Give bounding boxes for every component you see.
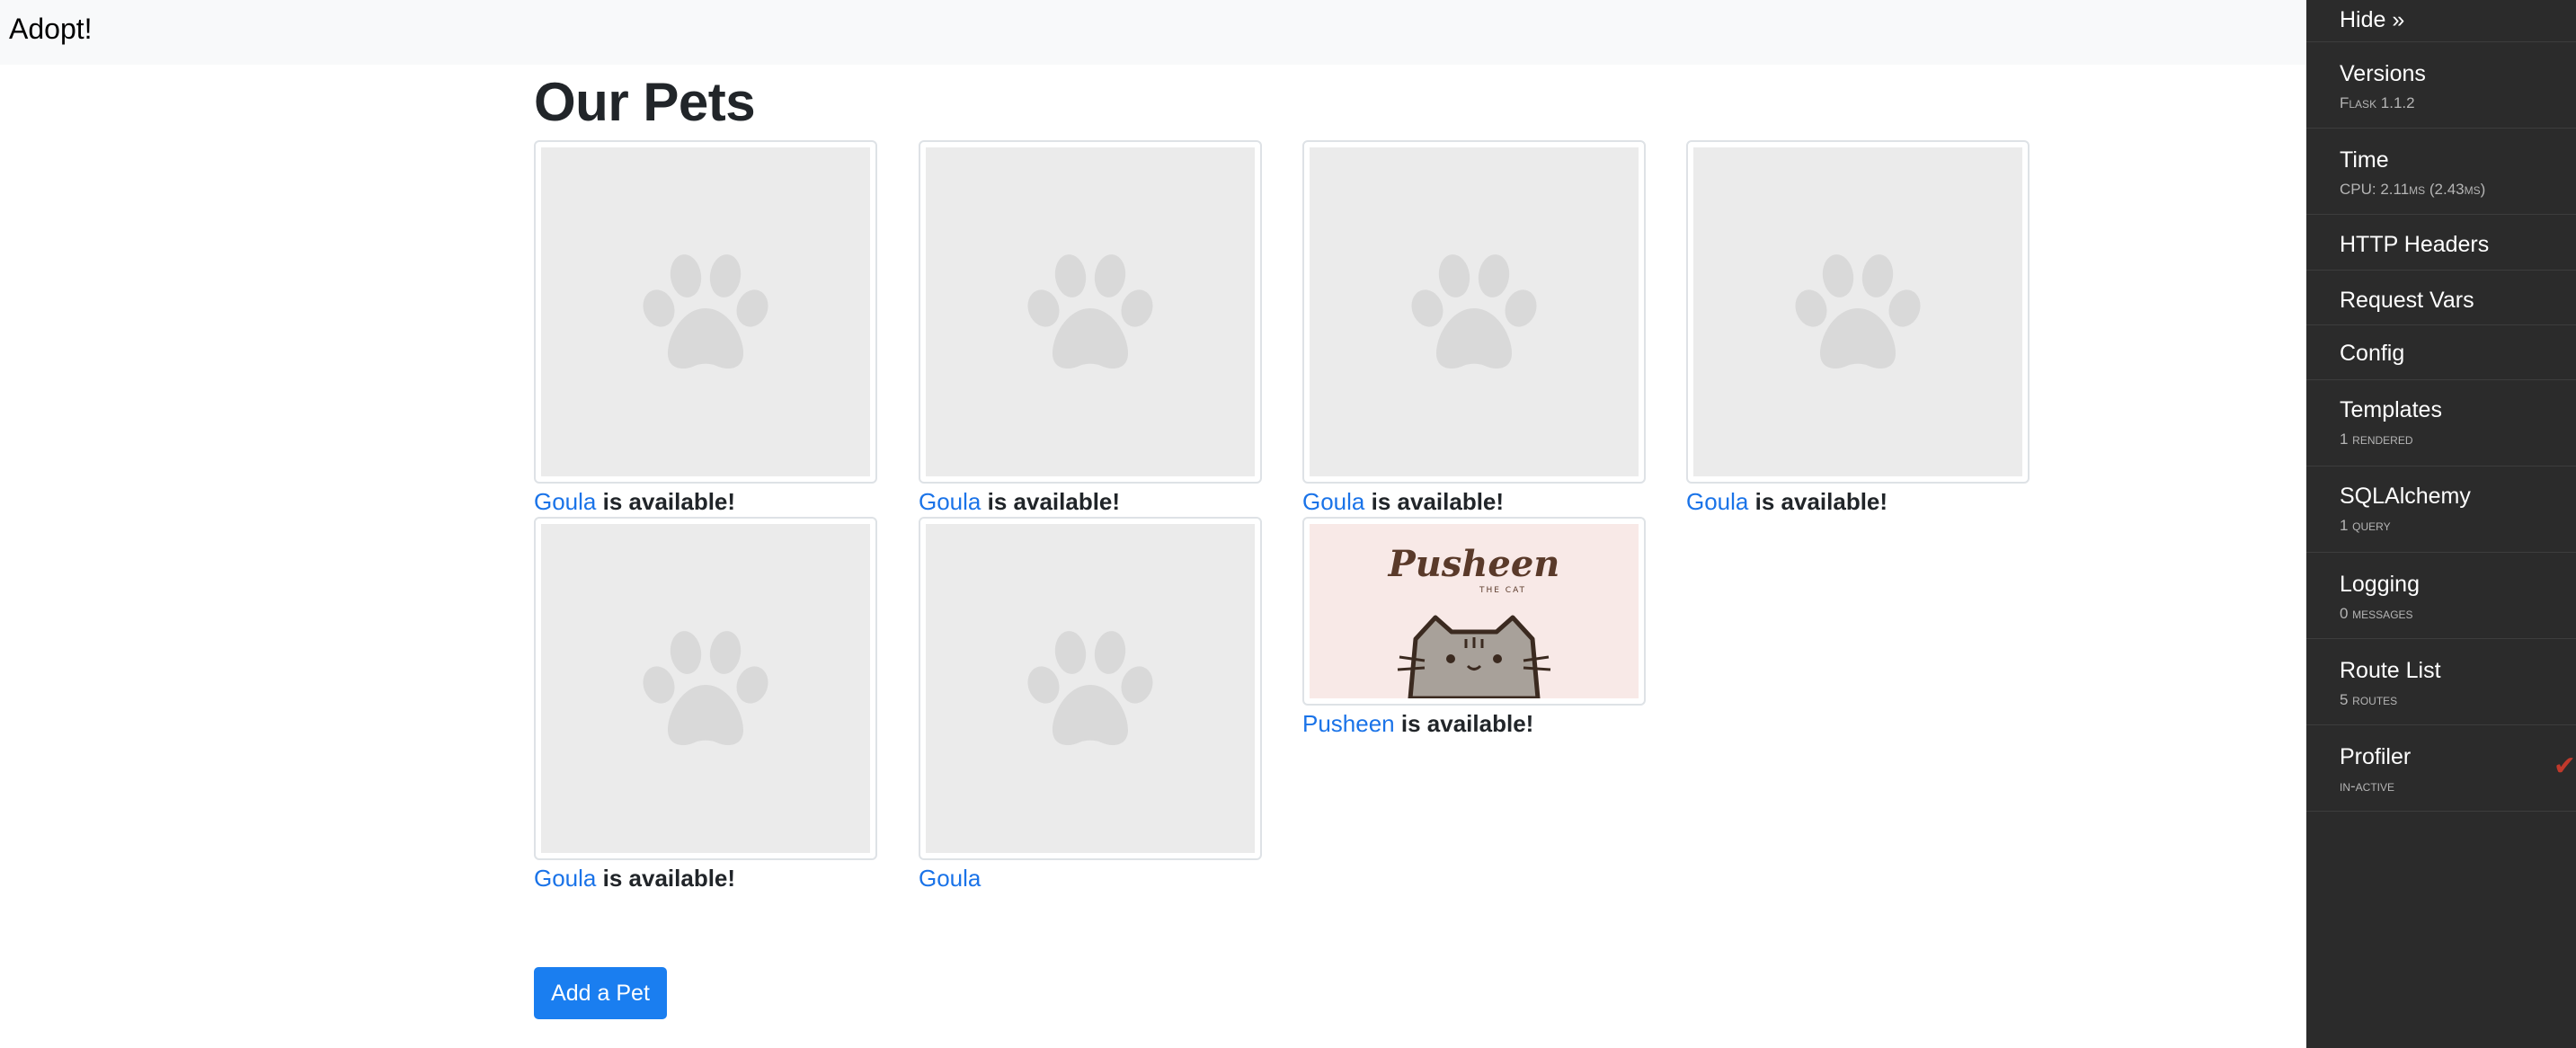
pet-caption: Goula is available! [534, 864, 877, 893]
toolbar-panel-request-vars[interactable]: Request Vars [2306, 271, 2576, 325]
debug-toolbar: Hide » Versions Flask 1.1.2 Time CPU: 2.… [2306, 0, 2576, 1048]
pet-image[interactable]: Pusheen THE CAT [1302, 517, 1646, 706]
panel-subtitle: 0 messages [2340, 605, 2413, 622]
page-title: Our Pets [534, 72, 756, 132]
panel-title: Config [2340, 341, 2405, 366]
pet-name-link[interactable]: Goula [534, 865, 596, 892]
toolbar-hide-label: Hide » [2340, 7, 2405, 32]
toolbar-panel-route-list[interactable]: Route List 5 routes [2306, 639, 2576, 725]
toolbar-panel-logging[interactable]: Logging 0 messages [2306, 553, 2576, 639]
pet-card: Goula is available! [1686, 140, 2030, 516]
panel-title: Versions [2340, 61, 2426, 86]
pet-name-link[interactable]: Goula [534, 488, 596, 515]
toolbar-panel-http-headers[interactable]: HTTP Headers [2306, 215, 2576, 271]
paw-placeholder-icon [1310, 147, 1639, 476]
pet-image[interactable] [1686, 140, 2030, 484]
panel-title: Logging [2340, 572, 2420, 597]
availability-text: is available! [1400, 710, 1534, 737]
pet-caption: Goula is available! [534, 487, 877, 516]
availability-text: is available! [1371, 488, 1505, 515]
pet-caption: Pusheen is available! [1302, 709, 1646, 738]
pusheen-logo: Pusheen [1388, 543, 1560, 585]
navbar: Adopt! [0, 0, 2306, 65]
pusheen-cat-icon [1397, 615, 1551, 698]
availability-text: is available! [987, 488, 1121, 515]
panel-subtitle: CPU: 2.11ms (2.43ms) [2340, 181, 2486, 198]
pusheen-logo-sub: THE CAT [1479, 586, 1526, 595]
panel-title: SQLAlchemy [2340, 484, 2471, 509]
panel-title: Route List [2340, 658, 2441, 683]
panel-subtitle: 1 rendered [2340, 431, 2413, 448]
paw-placeholder-icon [541, 524, 870, 853]
availability-text: is available! [1754, 488, 1888, 515]
pusheen-image: Pusheen THE CAT [1310, 524, 1639, 698]
pet-name-link[interactable]: Pusheen [1302, 710, 1395, 737]
pet-caption: Goula is available! [1686, 487, 2030, 516]
pet-name-link[interactable]: Goula [919, 488, 981, 515]
pet-card: Pusheen THE CAT Pusheen is available! [1302, 517, 1646, 738]
pet-card: Goula is available! [534, 517, 877, 893]
pet-image[interactable] [919, 517, 1262, 860]
pet-caption: Goula [919, 864, 1262, 893]
panel-subtitle: in-active [2340, 777, 2395, 795]
panel-subtitle: 5 routes [2340, 691, 2398, 708]
pet-card: Goula is available! [1302, 140, 1646, 516]
pet-image[interactable] [534, 517, 877, 860]
availability-text: is available! [602, 865, 736, 892]
toolbar-panel-versions[interactable]: Versions Flask 1.1.2 [2306, 42, 2576, 129]
panel-title: Time [2340, 147, 2389, 173]
toolbar-panel-sqlalchemy[interactable]: SQLAlchemy 1 query [2306, 466, 2576, 553]
pet-name-link[interactable]: Goula [1302, 488, 1364, 515]
brand-link[interactable]: Adopt! [9, 13, 93, 46]
pet-card: Goula [919, 517, 1262, 893]
panel-title: HTTP Headers [2340, 232, 2490, 257]
pet-card: Goula is available! [534, 140, 877, 516]
checkmark-icon[interactable]: ✔ [2554, 750, 2576, 782]
panel-title: Templates [2340, 397, 2442, 422]
panel-title: Profiler [2340, 744, 2412, 769]
pet-name-link[interactable]: Goula [1686, 488, 1748, 515]
paw-placeholder-icon [926, 524, 1255, 853]
paw-placeholder-icon [926, 147, 1255, 476]
paw-placeholder-icon [1693, 147, 2022, 476]
toolbar-panel-profiler[interactable]: Profiler in-active ✔ [2306, 725, 2576, 812]
panel-title: Request Vars [2340, 288, 2474, 313]
pet-card: Goula is available! [919, 140, 1262, 516]
toolbar-hide-button[interactable]: Hide » [2306, 0, 2576, 42]
pet-image[interactable] [534, 140, 877, 484]
panel-subtitle: 1 query [2340, 517, 2391, 534]
pet-image[interactable] [919, 140, 1262, 484]
pet-caption: Goula is available! [1302, 487, 1646, 516]
pet-image[interactable] [1302, 140, 1646, 484]
pet-name-link[interactable]: Goula [919, 865, 981, 892]
availability-text: is available! [602, 488, 736, 515]
pet-caption: Goula is available! [919, 487, 1262, 516]
add-pet-button[interactable]: Add a Pet [534, 967, 667, 1019]
paw-placeholder-icon [541, 147, 870, 476]
toolbar-panel-time[interactable]: Time CPU: 2.11ms (2.43ms) [2306, 129, 2576, 215]
toolbar-panel-config[interactable]: Config [2306, 325, 2576, 380]
main-content: Our Pets Goula is available! Goula is av… [534, 65, 2080, 1019]
toolbar-panel-templates[interactable]: Templates 1 rendered [2306, 380, 2576, 466]
panel-subtitle: Flask 1.1.2 [2340, 94, 2415, 111]
